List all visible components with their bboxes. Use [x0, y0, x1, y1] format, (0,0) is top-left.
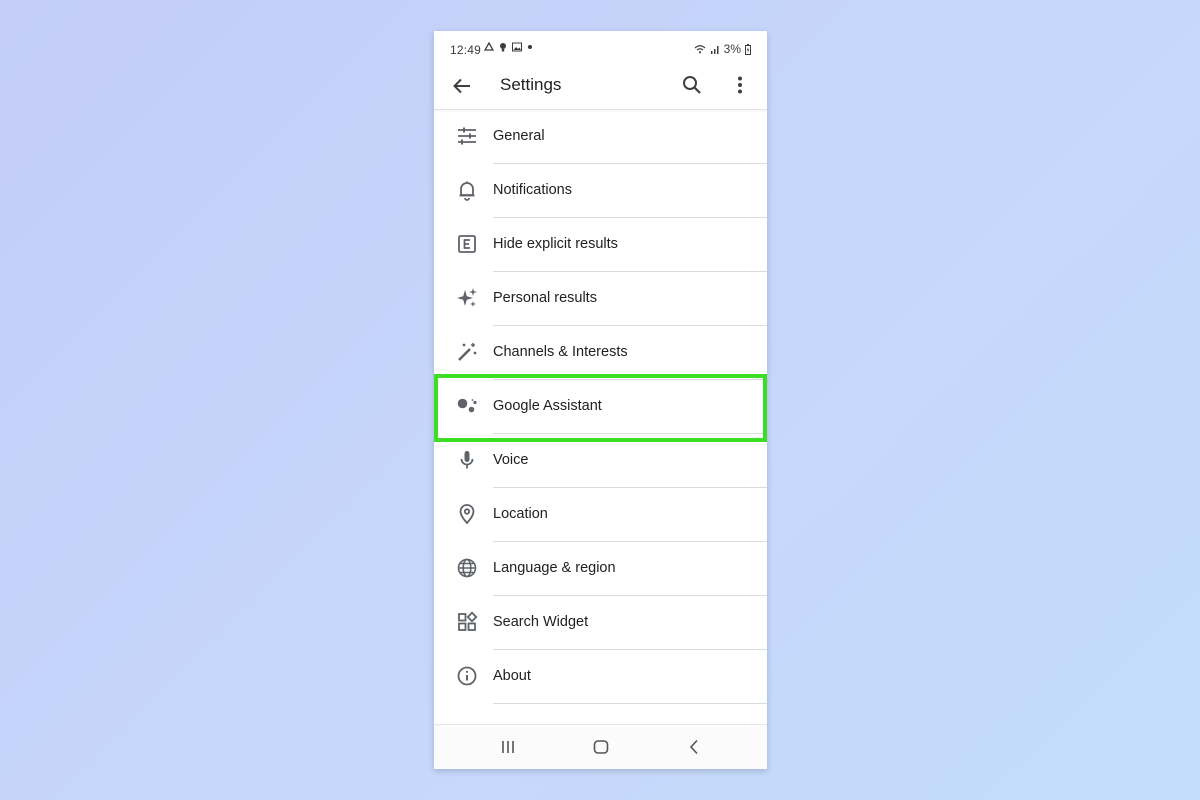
divider [493, 703, 767, 704]
battery-percent: 3% [723, 42, 741, 56]
recent-apps-icon[interactable] [496, 735, 520, 759]
settings-list: General Notifications Hide explicit resu… [434, 110, 767, 704]
settings-item-search-widget[interactable]: Search Widget [434, 596, 767, 650]
app-bar: Settings [434, 67, 767, 110]
settings-item-google-assistant[interactable]: Google Assistant [434, 380, 767, 434]
globe-icon [455, 556, 479, 580]
system-nav-bar [434, 724, 767, 769]
settings-item-general[interactable]: General [434, 110, 767, 164]
dot-icon [527, 42, 533, 52]
settings-item-voice[interactable]: Voice [434, 434, 767, 488]
settings-item-label: About [493, 668, 531, 684]
settings-item-label: Channels & Interests [493, 344, 628, 360]
settings-item-about[interactable]: About [434, 650, 767, 704]
image-icon [512, 42, 522, 52]
settings-item-label: General [493, 128, 545, 144]
settings-item-notifications[interactable]: Notifications [434, 164, 767, 218]
settings-item-personal-results[interactable]: Personal results [434, 272, 767, 326]
phone-screen: 12:49 3% Settings General Notifications … [434, 31, 767, 769]
status-notification-icons [484, 42, 533, 52]
assistant-icon [455, 394, 479, 418]
sparkle-icon [455, 286, 479, 310]
wifi-icon [694, 44, 706, 54]
settings-item-channels-interests[interactable]: Channels & Interests [434, 326, 767, 380]
settings-item-hide-explicit-results[interactable]: Hide explicit results [434, 218, 767, 272]
settings-item-label: Location [493, 506, 548, 522]
status-right: 3% [694, 42, 751, 56]
location-pin-icon [455, 502, 479, 526]
settings-item-location[interactable]: Location [434, 488, 767, 542]
search-icon[interactable] [680, 73, 704, 97]
tune-icon [455, 124, 479, 148]
settings-item-label: Language & region [493, 560, 616, 576]
mic-icon [455, 448, 479, 472]
bell-icon [455, 178, 479, 202]
home-icon[interactable] [589, 735, 613, 759]
settings-item-language-region[interactable]: Language & region [434, 542, 767, 596]
settings-item-label: Voice [493, 452, 529, 468]
signal-icon [710, 44, 720, 54]
settings-item-label: Notifications [493, 182, 572, 198]
settings-item-label: Google Assistant [493, 398, 602, 414]
explicit-icon [455, 232, 479, 256]
status-bar: 12:49 3% [434, 31, 767, 67]
page-title: Settings [500, 75, 562, 94]
battery-icon [745, 43, 751, 55]
system-back-icon[interactable] [682, 735, 706, 759]
info-icon [455, 664, 479, 688]
bulb-icon [499, 42, 507, 52]
status-time: 12:49 [450, 43, 482, 57]
widgets-icon [455, 610, 479, 634]
settings-item-label: Hide explicit results [493, 236, 618, 252]
more-options-icon[interactable] [728, 73, 752, 97]
magic-wand-icon [455, 340, 479, 364]
settings-item-label: Personal results [493, 290, 597, 306]
settings-item-label: Search Widget [493, 614, 589, 630]
drive-icon [484, 42, 494, 52]
back-arrow-icon[interactable] [450, 74, 474, 98]
